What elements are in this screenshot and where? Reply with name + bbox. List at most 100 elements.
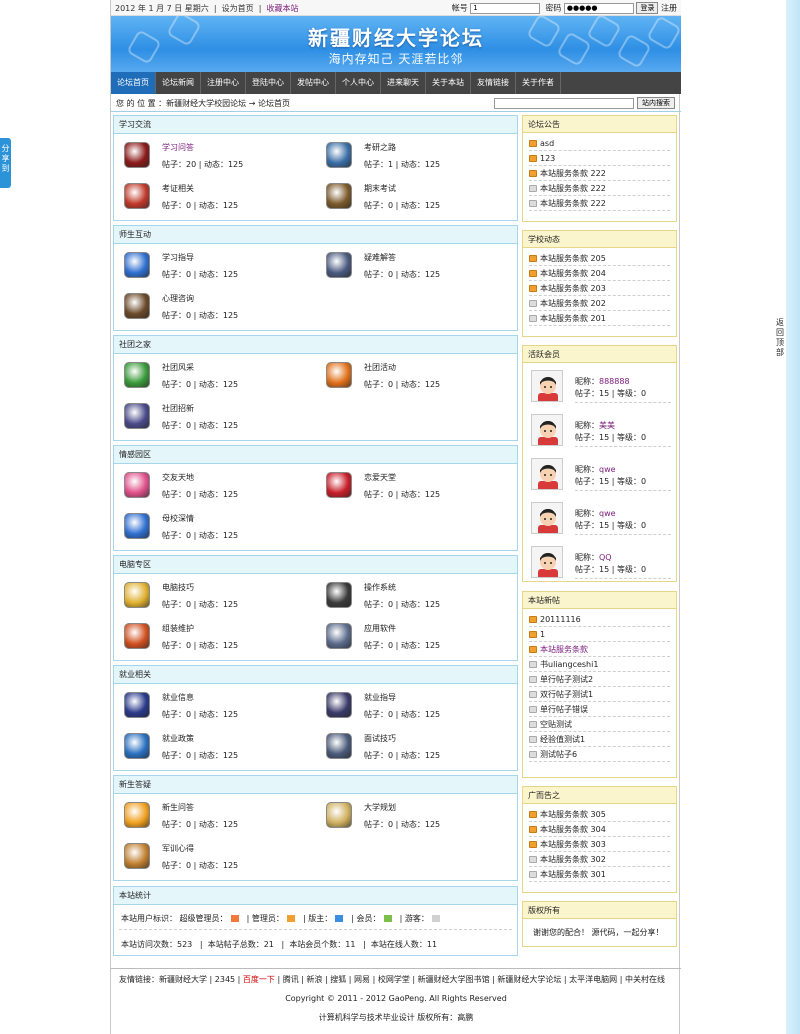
forum-icon[interactable] — [124, 252, 150, 278]
forum-icon[interactable] — [326, 183, 352, 209]
forum-icon[interactable] — [124, 843, 150, 869]
member-item[interactable]: 昵称：qwe 帖子：15 | 等级：0 — [531, 502, 671, 542]
friend-link[interactable]: 新疆财经大学 — [159, 975, 207, 984]
list-item-text[interactable]: 本站服务条款 222 — [540, 169, 606, 178]
nav-forum-news[interactable]: 论坛新闻 — [156, 72, 201, 94]
list-item-text[interactable]: 单行帖子错误 — [540, 705, 588, 714]
list-item-text[interactable]: 20111116 — [540, 615, 581, 624]
nav-register-center[interactable]: 注册中心 — [201, 72, 246, 94]
forum-icon[interactable] — [124, 403, 150, 429]
avatar[interactable] — [531, 370, 563, 402]
friend-link[interactable]: 校网学堂 — [378, 975, 410, 984]
friend-link[interactable]: 新浪 — [306, 975, 322, 984]
list-item-text[interactable]: 本站服务条款 203 — [540, 284, 606, 293]
forum-item[interactable]: 社团风采 帖子：0 | 动态：125 — [116, 358, 311, 398]
friend-link[interactable]: 太平洋电脑网 — [569, 975, 617, 984]
nickname-value[interactable]: 888888 — [599, 377, 630, 386]
list-item[interactable]: 20111116 — [529, 612, 670, 627]
forum-icon[interactable] — [124, 293, 150, 319]
avatar[interactable] — [531, 414, 563, 446]
register-link[interactable]: 注册 — [661, 4, 677, 13]
forum-name-link[interactable]: 期末考试 — [364, 183, 396, 194]
list-item-text[interactable]: 123 — [540, 154, 555, 163]
list-item-text[interactable]: 本站服务条款 222 — [540, 199, 606, 208]
list-item-text[interactable]: 单行帖子测试2 — [540, 675, 593, 684]
list-item-text[interactable]: 测试帖子6 — [540, 750, 577, 759]
list-item-text[interactable]: 本站服务条款 301 — [540, 870, 606, 879]
nav-about-site[interactable]: 关于本站 — [426, 72, 471, 94]
nav-post-center[interactable]: 发帖中心 — [291, 72, 336, 94]
account-input[interactable] — [470, 2, 541, 14]
list-item[interactable]: 本站服务条款 222 — [529, 196, 670, 211]
forum-name-link[interactable]: 操作系统 — [364, 582, 396, 593]
forum-name-link[interactable]: 电脑技巧 — [162, 582, 194, 593]
list-item[interactable]: 本站服务条款 201 — [529, 311, 670, 326]
list-item-text[interactable]: 本站服务条款 205 — [540, 254, 606, 263]
list-item[interactable]: 书uliangceshi1 — [529, 657, 670, 672]
forum-name-link[interactable]: 心理咨询 — [162, 293, 194, 304]
forum-icon[interactable] — [124, 513, 150, 539]
list-item[interactable]: 本站服务条款 205 — [529, 251, 670, 266]
list-item[interactable]: 双行帖子测试1 — [529, 687, 670, 702]
favorite-link[interactable]: 收藏本站 — [267, 4, 299, 13]
forum-item[interactable]: 大学规划 帖子：0 | 动态：125 — [318, 798, 513, 838]
nav-about-author[interactable]: 关于作者 — [516, 72, 561, 94]
forum-name-link[interactable]: 学习问答 — [162, 142, 194, 153]
forum-item[interactable]: 操作系统 帖子：0 | 动态：125 — [318, 578, 513, 618]
list-item[interactable]: 经验值测试1 — [529, 732, 670, 747]
set-home-link[interactable]: 设为首页 — [222, 4, 254, 13]
forum-icon[interactable] — [326, 733, 352, 759]
right-scroll-bar[interactable] — [786, 0, 800, 1034]
forum-item[interactable]: 学习问答 帖子：20 | 动态：125 — [116, 138, 311, 178]
forum-icon[interactable] — [124, 472, 150, 498]
nickname-value[interactable]: 美美 — [599, 421, 615, 430]
nav-chat[interactable]: 进来聊天 — [381, 72, 426, 94]
forum-item[interactable]: 母校深情 帖子：0 | 动态：125 — [116, 509, 311, 549]
forum-name-link[interactable]: 新生问答 — [162, 802, 194, 813]
login-button[interactable]: 登录 — [636, 2, 659, 14]
forum-name-link[interactable]: 社团风采 — [162, 362, 194, 373]
forum-icon[interactable] — [326, 623, 352, 649]
list-item[interactable]: 本站服务条款 305 — [529, 807, 670, 822]
list-item[interactable]: 空贴测试 — [529, 717, 670, 732]
list-item[interactable]: 本站服务条款 — [529, 642, 670, 657]
friend-link[interactable]: 新疆财经大学图书馆 — [418, 975, 490, 984]
share-button[interactable]: 分享到 — [0, 138, 11, 188]
nav-friend-links[interactable]: 友情链接 — [471, 72, 516, 94]
nickname-value[interactable]: qwe — [599, 509, 616, 518]
forum-name-link[interactable]: 学习指导 — [162, 252, 194, 263]
forum-item[interactable]: 社团招新 帖子：0 | 动态：125 — [116, 399, 311, 439]
forum-name-link[interactable]: 大学规划 — [364, 802, 396, 813]
forum-icon[interactable] — [326, 142, 352, 168]
member-item[interactable]: 昵称：QQ 帖子：15 | 等级：0 — [531, 546, 671, 586]
list-item[interactable]: 123 — [529, 151, 670, 166]
list-item-text[interactable]: 本站服务条款 202 — [540, 299, 606, 308]
forum-item[interactable]: 学习指导 帖子：0 | 动态：125 — [116, 248, 311, 288]
forum-name-link[interactable]: 恋爱天堂 — [364, 472, 396, 483]
list-item-text[interactable]: 本站服务条款 304 — [540, 825, 606, 834]
forum-item[interactable]: 新生问答 帖子：0 | 动态：125 — [116, 798, 311, 838]
forum-name-link[interactable]: 考证相关 — [162, 183, 194, 194]
friend-link[interactable]: 百度一下 — [243, 975, 275, 984]
password-input[interactable] — [563, 2, 634, 14]
friend-link[interactable]: 腾讯 — [283, 975, 299, 984]
forum-item[interactable]: 疑难解答 帖子：0 | 动态：125 — [318, 248, 513, 288]
list-item[interactable]: 单行帖子错误 — [529, 702, 670, 717]
list-item-text[interactable]: 空贴测试 — [540, 720, 572, 729]
forum-item[interactable]: 军训心得 帖子：0 | 动态：125 — [116, 839, 311, 879]
list-item-text[interactable]: 本站服务条款 201 — [540, 314, 606, 323]
forum-item[interactable]: 应用软件 帖子：0 | 动态：125 — [318, 619, 513, 659]
forum-item[interactable]: 期末考试 帖子：0 | 动态：125 — [318, 179, 513, 219]
forum-name-link[interactable]: 社团招新 — [162, 403, 194, 414]
forum-item[interactable]: 考证相关 帖子：0 | 动态：125 — [116, 179, 311, 219]
forum-item[interactable]: 恋爱天堂 帖子：0 | 动态：125 — [318, 468, 513, 508]
forum-icon[interactable] — [326, 472, 352, 498]
list-item[interactable]: 本站服务条款 303 — [529, 837, 670, 852]
forum-icon[interactable] — [326, 802, 352, 828]
forum-name-link[interactable]: 军训心得 — [162, 843, 194, 854]
avatar[interactable] — [531, 458, 563, 490]
list-item-text[interactable]: 经验值测试1 — [540, 735, 585, 744]
list-item-text[interactable]: 本站服务条款 222 — [540, 184, 606, 193]
search-input[interactable] — [494, 97, 635, 109]
forum-icon[interactable] — [124, 362, 150, 388]
